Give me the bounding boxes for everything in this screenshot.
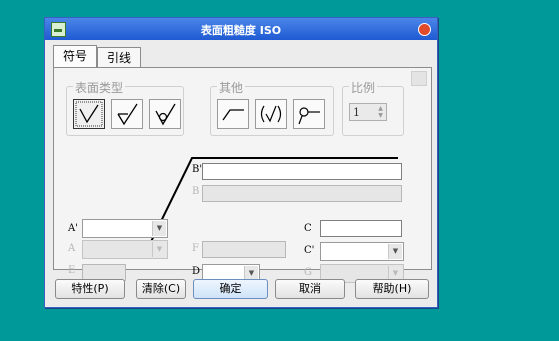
g-label: G [304,267,312,278]
ok-button[interactable]: 确定 [193,279,268,299]
scale-spinner[interactable]: 1 ▲ ▼ [349,103,387,121]
chevron-down-icon[interactable]: ▼ [152,221,166,236]
cancel-button[interactable]: 取消 [275,279,345,299]
properties-button[interactable]: 特性(P) [55,279,125,299]
c-prime-combo[interactable]: ▼ [320,242,404,261]
b-field[interactable] [202,185,402,202]
help-button[interactable]: 帮助(H) [355,279,429,299]
leader-line-icon [222,109,244,121]
all-around-button[interactable] [255,99,287,129]
b-label: B [192,186,200,197]
panel-scroll-thumb[interactable] [411,71,427,86]
scale-value: 1 [353,106,360,119]
chevron-down-icon[interactable]: ▼ [152,242,166,257]
f-label: F [192,243,199,254]
scale-label: 比例 [349,79,378,96]
d-label: D [192,266,201,277]
material-removal-prohibited-icon [155,103,176,126]
window-title: 表面粗糙度 ISO [200,24,282,37]
clear-button[interactable]: 清除(C) [136,279,186,299]
scale-group: 比例 1 ▲ ▼ [342,79,404,136]
close-button[interactable] [418,23,431,36]
tab-leader[interactable]: 引线 [97,47,141,67]
a-label: A [68,243,76,254]
spin-up-icon[interactable]: ▲ [376,105,385,112]
b-prime-label: B' [192,164,203,175]
material-removal-prohibited-button[interactable] [149,99,181,129]
other-label: 其他 [217,79,246,96]
tab-symbol[interactable]: 符号 [53,45,97,67]
dialog-client: 符号 引线 表面类型 其他 比例 1 ▲ ▼ B' B A' ▼ A ▼ E F… [49,43,433,303]
surface-type-label: 表面类型 [73,79,126,96]
a-combo[interactable]: ▼ [82,240,168,259]
material-removal-required-button[interactable] [111,99,143,129]
surface-type-group: 表面类型 [66,79,184,136]
a-prime-combo[interactable]: ▼ [82,219,168,238]
b-prime-field[interactable] [202,163,402,180]
material-removal-required-icon [117,103,138,126]
other-group: 其他 [210,79,334,136]
c-field[interactable] [320,220,402,237]
basic-symbol-icon [75,101,103,127]
a-prime-label: A' [68,223,78,234]
title-bar[interactable]: 表面粗糙度 ISO [45,18,437,40]
chevron-down-icon[interactable]: ▼ [388,244,402,259]
e-label: E [68,265,76,276]
basic-symbol-button[interactable] [73,99,105,129]
pointer-circle-icon [298,107,320,125]
pointer-circle-button[interactable] [293,99,325,129]
spin-down-icon[interactable]: ▼ [376,112,385,119]
all-around-icon [260,105,282,123]
leader-line-button[interactable] [217,99,249,129]
roughness-dialog: 表面粗糙度 ISO 符号 引线 表面类型 其他 比例 1 ▲ ▼ B' B A'… [44,17,438,308]
c-prime-label: C' [304,245,315,256]
f-field[interactable] [202,241,286,258]
c-label: C [304,223,312,234]
symbol-tab-panel: 表面类型 其他 比例 1 ▲ ▼ B' B A' ▼ A ▼ E F D ▼ C… [53,67,432,283]
